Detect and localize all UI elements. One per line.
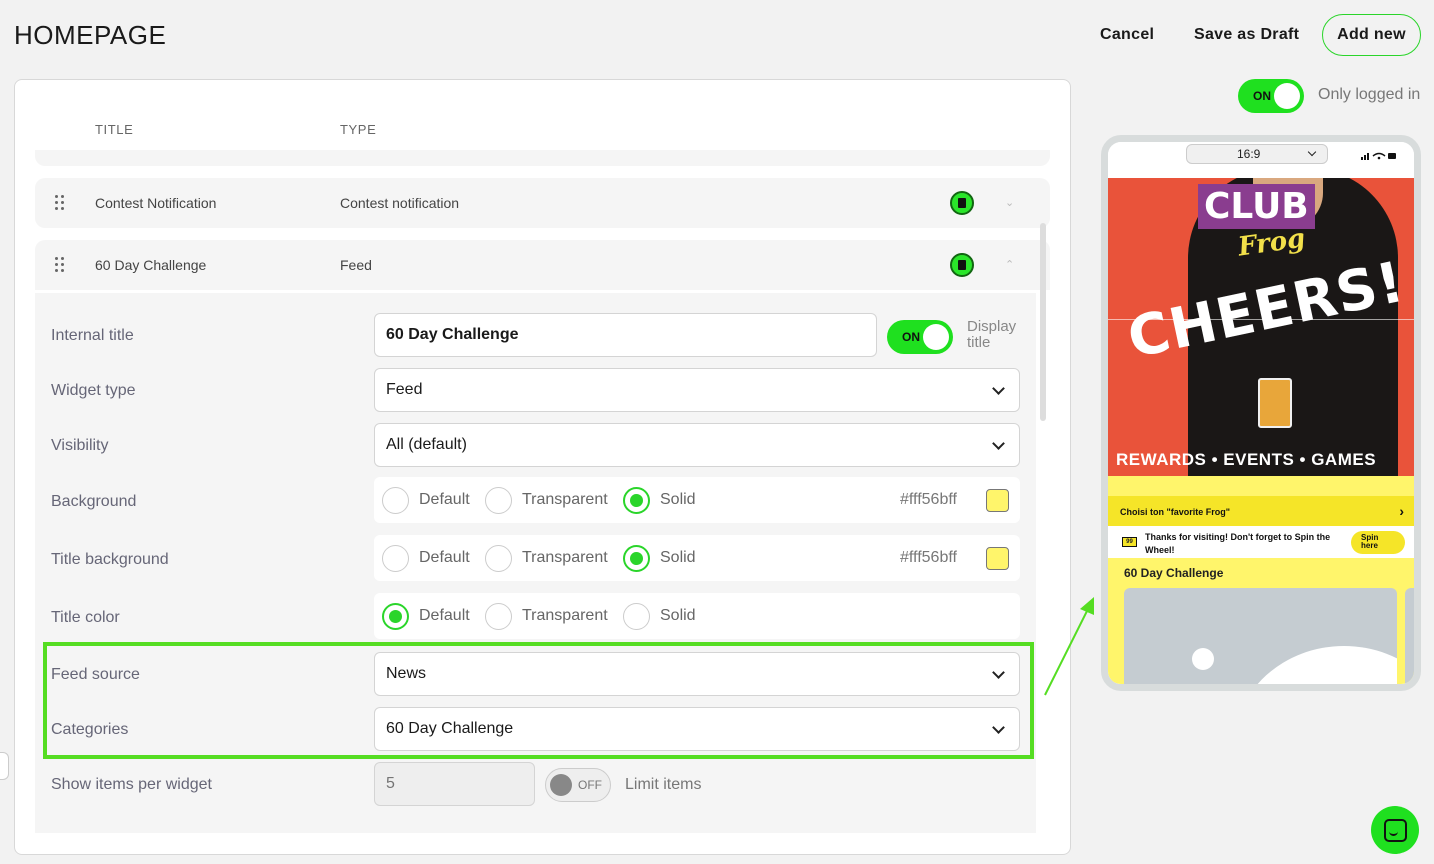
widget-type-select[interactable]: Feed bbox=[374, 368, 1020, 412]
beer-glass bbox=[1258, 378, 1292, 428]
radio-label: Solid bbox=[660, 549, 696, 566]
chevron-up-icon[interactable]: ⌃ bbox=[1005, 258, 1014, 271]
scrollbar[interactable] bbox=[1040, 223, 1046, 421]
toggle-state-label: ON bbox=[902, 330, 920, 344]
notice-bar: 99 Thanks for visiting! Don't forget to … bbox=[1108, 526, 1414, 558]
display-title-label: Display title bbox=[967, 318, 1017, 351]
table-row[interactable]: Contest Notification Contest notificatio… bbox=[35, 178, 1050, 228]
page-title: HOMEPAGE bbox=[14, 20, 167, 50]
title-background-radio-group: Default Transparent Solid #fff56bff bbox=[374, 535, 1020, 581]
radio-label: Solid bbox=[660, 491, 696, 508]
feed-widget: 60 Day Challenge bbox=[1108, 558, 1414, 684]
save-draft-button[interactable]: Save as Draft bbox=[1194, 14, 1299, 56]
logo-club: CLUB bbox=[1198, 184, 1315, 229]
spin-button[interactable]: Spin here bbox=[1351, 531, 1405, 554]
toggle-state-label: OFF bbox=[578, 778, 602, 792]
column-header-type: TYPE bbox=[340, 122, 377, 137]
radio-label: Default bbox=[419, 607, 470, 624]
background-label: Background bbox=[51, 493, 137, 510]
background-radio-group: Default Transparent Solid #fff56bff bbox=[374, 477, 1020, 523]
visibility-label: Visibility bbox=[51, 437, 109, 454]
row-type: Feed bbox=[340, 257, 372, 273]
radio-transparent[interactable] bbox=[485, 545, 512, 572]
feed-source-label: Feed source bbox=[51, 666, 140, 683]
radio-default[interactable] bbox=[382, 545, 409, 572]
radio-solid[interactable] bbox=[623, 487, 650, 514]
categories-label: Categories bbox=[51, 721, 129, 738]
list-item bbox=[35, 150, 1050, 166]
only-logged-in-label: Only logged in bbox=[1318, 86, 1421, 103]
trash-icon[interactable] bbox=[950, 191, 974, 215]
categories-select[interactable]: 60 Day Challenge bbox=[374, 707, 1020, 751]
toggle-knob bbox=[1274, 83, 1300, 109]
radio-default[interactable] bbox=[382, 487, 409, 514]
cancel-button[interactable]: Cancel bbox=[1100, 14, 1154, 56]
ticket-icon: 99 bbox=[1122, 537, 1137, 547]
list-item[interactable] bbox=[1405, 588, 1414, 684]
visibility-select[interactable]: All (default) bbox=[374, 423, 1020, 467]
chat-icon[interactable] bbox=[1371, 806, 1419, 854]
radio-label: Solid bbox=[660, 607, 696, 624]
internal-title-label: Internal title bbox=[51, 327, 134, 344]
drag-handle-icon[interactable] bbox=[55, 257, 65, 273]
row-title: 60 Day Challenge bbox=[95, 257, 207, 273]
signal-icon bbox=[1361, 152, 1396, 160]
radio-transparent[interactable] bbox=[485, 603, 512, 630]
mobile-preview: 16:9 CLUB Frog CHEERS! REWARDS • EVENTS … bbox=[1101, 135, 1421, 691]
divider bbox=[1108, 476, 1414, 496]
radio-label: Transparent bbox=[522, 549, 608, 566]
background-hex-value: #fff56bff bbox=[900, 491, 957, 508]
radio-label: Transparent bbox=[522, 607, 608, 624]
title-color-label: Title color bbox=[51, 609, 120, 626]
aspect-ratio-select[interactable]: 16:9 bbox=[1186, 144, 1328, 164]
row-title: Contest Notification bbox=[95, 195, 217, 211]
title-color-radio-group: Default Transparent Solid bbox=[374, 593, 1020, 639]
toggle-knob bbox=[550, 774, 572, 796]
title-background-label: Title background bbox=[51, 551, 169, 568]
items-per-widget-label: Show items per widget bbox=[51, 776, 212, 793]
widget-settings-form: Internal title 60 Day Challenge ON Displ… bbox=[35, 293, 1036, 833]
placeholder-hill bbox=[1234, 646, 1397, 684]
only-logged-in-toggle[interactable]: ON bbox=[1238, 79, 1304, 113]
status-bar: 16:9 bbox=[1108, 142, 1414, 178]
promo-banner[interactable]: Choisi ton "favorite Frog" bbox=[1108, 496, 1414, 526]
radio-solid[interactable] bbox=[623, 545, 650, 572]
radio-transparent[interactable] bbox=[485, 487, 512, 514]
arrow-icon bbox=[1044, 597, 1094, 696]
background-color-swatch[interactable] bbox=[986, 489, 1009, 512]
toggle-knob bbox=[923, 324, 949, 350]
toggle-state-label: ON bbox=[1253, 89, 1271, 103]
radio-default[interactable] bbox=[382, 603, 409, 630]
chevron-down-icon[interactable]: ⌄ bbox=[1005, 196, 1014, 209]
title-background-hex-value: #fff56bff bbox=[900, 549, 957, 566]
limit-items-label: Limit items bbox=[625, 776, 702, 793]
hero-banner: CLUB Frog CHEERS! REWARDS • EVENTS • GAM… bbox=[1108, 178, 1414, 476]
feed-source-select[interactable]: News bbox=[374, 652, 1020, 696]
widget-type-label: Widget type bbox=[51, 382, 136, 399]
feed-title: 60 Day Challenge bbox=[1124, 566, 1224, 580]
limit-items-toggle[interactable]: OFF bbox=[545, 768, 611, 802]
notice-message: Thanks for visiting! Don't forget to Spi… bbox=[1145, 532, 1331, 555]
side-panel-handle[interactable] bbox=[0, 752, 9, 780]
radio-solid[interactable] bbox=[623, 603, 650, 630]
radio-label: Default bbox=[419, 491, 470, 508]
items-per-widget-input[interactable] bbox=[374, 762, 535, 806]
add-new-button[interactable]: Add new bbox=[1322, 14, 1421, 56]
internal-title-input[interactable]: 60 Day Challenge bbox=[374, 313, 877, 357]
title-background-color-swatch[interactable] bbox=[986, 547, 1009, 570]
widget-list-panel: TITLE TYPE Contest Notification Contest … bbox=[14, 79, 1071, 855]
row-type: Contest notification bbox=[340, 195, 460, 211]
table-row[interactable]: 60 Day Challenge Feed ⌃ bbox=[35, 240, 1050, 290]
display-title-toggle[interactable]: ON bbox=[887, 320, 953, 354]
trash-icon[interactable] bbox=[950, 253, 974, 277]
image-placeholder-icon[interactable] bbox=[1124, 588, 1397, 684]
column-header-title: TITLE bbox=[95, 122, 134, 137]
drag-handle-icon[interactable] bbox=[55, 195, 65, 211]
hero-tagline: REWARDS • EVENTS • GAMES bbox=[1116, 450, 1377, 469]
radio-label: Transparent bbox=[522, 491, 608, 508]
placeholder-sun bbox=[1192, 648, 1214, 670]
radio-label: Default bbox=[419, 549, 470, 566]
